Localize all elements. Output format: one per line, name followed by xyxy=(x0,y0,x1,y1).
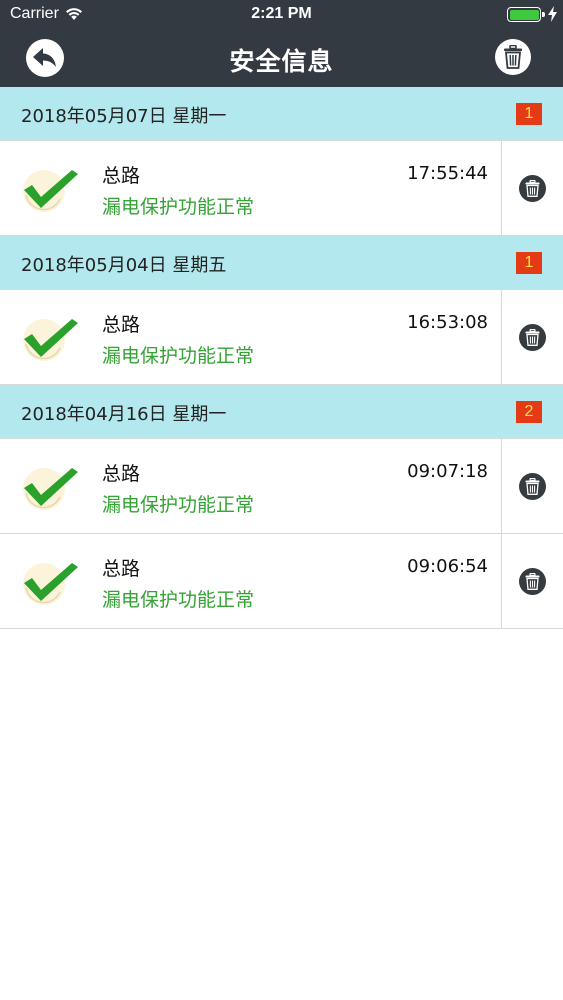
divider xyxy=(501,534,502,628)
event-time: 17:55:44 xyxy=(407,163,488,184)
checkmark-icon xyxy=(23,170,78,212)
checkmark-icon xyxy=(23,319,78,361)
delete-button[interactable] xyxy=(519,324,546,351)
safety-info-list: 2018年05月07日 星期一 1 总路 漏电保护功能正常 17:55:44 2… xyxy=(0,87,563,629)
delete-button[interactable] xyxy=(519,568,546,595)
section-date: 2018年05月04日 星期五 xyxy=(21,255,227,276)
section-header: 2018年04月16日 星期一 2 xyxy=(0,385,563,439)
trash-icon xyxy=(504,45,522,69)
delete-button[interactable] xyxy=(519,473,546,500)
divider xyxy=(501,141,502,235)
list-item[interactable]: 总路 漏电保护功能正常 09:07:18 xyxy=(0,439,563,534)
checkmark-icon xyxy=(23,563,78,605)
charging-bolt-icon xyxy=(548,6,557,22)
section-date: 2018年04月16日 星期一 xyxy=(21,404,227,425)
section-header: 2018年05月04日 星期五 1 xyxy=(0,236,563,290)
checkmark-icon xyxy=(23,468,78,510)
section-header: 2018年05月07日 星期一 1 xyxy=(0,87,563,141)
event-time: 09:06:54 xyxy=(407,556,488,577)
trash-icon xyxy=(525,180,540,197)
battery-icon xyxy=(507,7,545,22)
count-badge: 1 xyxy=(516,103,542,125)
status-text: 漏电保护功能正常 xyxy=(102,494,255,516)
divider xyxy=(501,290,502,384)
list-item[interactable]: 总路 漏电保护功能正常 16:53:08 xyxy=(0,290,563,385)
clock: 2:21 PM xyxy=(251,5,312,22)
status-text: 漏电保护功能正常 xyxy=(102,196,255,218)
section-date: 2018年05月07日 星期一 xyxy=(21,106,227,127)
list-item[interactable]: 总路 漏电保护功能正常 09:06:54 xyxy=(0,534,563,629)
circuit-name: 总路 xyxy=(102,165,141,187)
status-text: 漏电保护功能正常 xyxy=(102,589,255,611)
circuit-name: 总路 xyxy=(102,463,141,485)
trash-icon xyxy=(525,329,540,346)
status-text: 漏电保护功能正常 xyxy=(102,345,255,367)
nav-bar: 安全信息 xyxy=(0,30,563,87)
page-title: 安全信息 xyxy=(229,47,334,76)
list-item[interactable]: 总路 漏电保护功能正常 17:55:44 xyxy=(0,141,563,236)
event-time: 16:53:08 xyxy=(407,312,488,333)
trash-icon xyxy=(525,573,540,590)
status-bar: Carrier 2:21 PM xyxy=(0,0,563,30)
divider xyxy=(501,439,502,533)
circuit-name: 总路 xyxy=(102,558,141,580)
count-badge: 1 xyxy=(516,252,542,274)
circuit-name: 总路 xyxy=(102,314,141,336)
trash-icon xyxy=(525,478,540,495)
event-time: 09:07:18 xyxy=(407,461,488,482)
delete-button[interactable] xyxy=(519,175,546,202)
count-badge: 2 xyxy=(516,401,542,423)
clear-all-button[interactable] xyxy=(495,39,531,75)
